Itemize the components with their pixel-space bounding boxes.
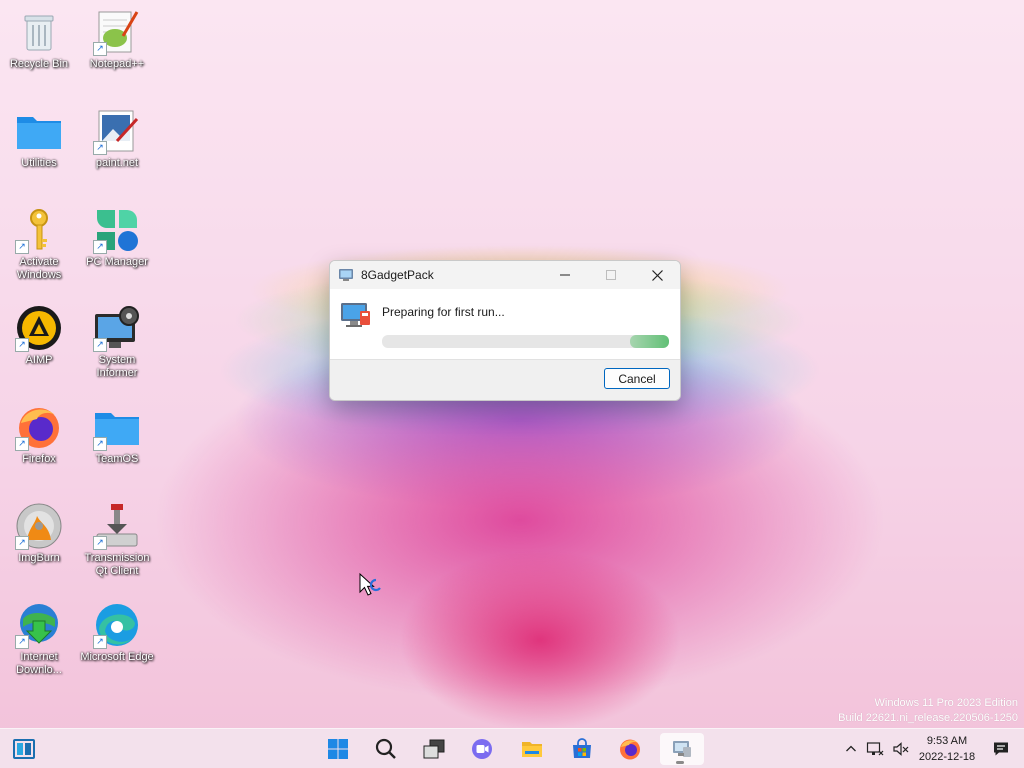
widgets-button[interactable] xyxy=(4,733,44,765)
minimize-button[interactable] xyxy=(542,261,588,289)
8gadgetpack-icon xyxy=(673,741,691,757)
maximize-button[interactable] xyxy=(588,261,634,289)
close-icon xyxy=(651,269,663,281)
desktop-icon-transmission[interactable]: ↗ Transmission Qt Client xyxy=(79,502,155,578)
network-button[interactable] xyxy=(864,729,886,768)
widgets-icon xyxy=(13,739,35,759)
8gadgetpack-setup-icon xyxy=(341,303,370,327)
gadgetpack-dialog: 8GadgetPack Preparing for first run... C… xyxy=(329,260,681,401)
desktop-icon-activate-windows[interactable]: ↗ Activate Windows xyxy=(1,206,77,282)
desktop-icon-label: Notepad++ xyxy=(89,58,145,70)
recycle-bin-icon xyxy=(24,15,54,51)
file-explorer-button[interactable] xyxy=(512,733,552,765)
teams-chat-icon xyxy=(472,739,492,759)
8gadgetpack-taskbar-button[interactable] xyxy=(660,733,704,765)
search-button[interactable] xyxy=(366,733,406,765)
shortcut-arrow-icon: ↗ xyxy=(93,338,107,352)
task-view-icon xyxy=(423,739,445,759)
maximize-icon xyxy=(606,270,616,280)
show-hidden-icons-button[interactable] xyxy=(842,729,860,768)
start-icon xyxy=(328,739,348,759)
desktop-icon-label: Activate Windows xyxy=(16,256,62,281)
shortcut-arrow-icon: ↗ xyxy=(93,240,107,254)
clock-time: 9:53 AM xyxy=(926,735,968,747)
8gadgetpack-icon xyxy=(339,269,353,281)
desktop-icon-label: AIMP xyxy=(25,354,53,366)
notification-icon xyxy=(994,742,1008,756)
dialog-body: Preparing for first run... xyxy=(330,289,680,359)
chevron-up-icon xyxy=(846,745,856,752)
start-button[interactable] xyxy=(318,733,358,765)
desktop-icon-label: Microsoft Edge xyxy=(80,651,154,663)
firefox-taskbar-button[interactable] xyxy=(610,733,650,765)
desktop-icon-label: paint.net xyxy=(95,157,139,169)
shortcut-arrow-icon: ↗ xyxy=(15,338,29,352)
network-icon xyxy=(866,742,884,756)
close-button[interactable] xyxy=(634,261,680,289)
taskbar: 9:53 AM 2022-12-18 xyxy=(0,728,1024,768)
desktop-icon-label: PC Manager xyxy=(86,256,148,268)
teams-chat-button[interactable] xyxy=(462,733,502,765)
notification-center-button[interactable] xyxy=(990,729,1012,768)
minimize-icon xyxy=(560,274,570,276)
progress-fill xyxy=(630,335,669,348)
desktop-icon-teamos[interactable]: ↗ TeamOS xyxy=(79,403,155,466)
desktop-icon-label: ImgBurn xyxy=(18,552,60,564)
store-icon xyxy=(573,738,591,758)
search-icon xyxy=(375,738,396,759)
store-button[interactable] xyxy=(562,733,602,765)
clock-date: 2022-12-18 xyxy=(918,751,976,763)
watermark-build: Build 22621.ni_release.220506-1250 xyxy=(838,712,1018,724)
shortcut-arrow-icon: ↗ xyxy=(15,437,29,451)
desktop-icon-imgburn[interactable]: ↗ ImgBurn xyxy=(1,502,77,565)
desktop-icon-utilities[interactable]: Utilities xyxy=(1,107,77,170)
shortcut-arrow-icon: ↗ xyxy=(15,240,29,254)
shortcut-arrow-icon: ↗ xyxy=(93,42,107,56)
desktop-icon-label: Utilities xyxy=(21,157,57,169)
desktop-icon-internet-download-manager[interactable]: ↗ Internet Downlo... xyxy=(1,601,77,677)
task-view-button[interactable] xyxy=(414,733,454,765)
file-explorer-icon xyxy=(522,742,542,757)
dialog-titlebar[interactable]: 8GadgetPack xyxy=(330,261,680,289)
desktop-icon-label: TeamOS xyxy=(95,453,139,465)
desktop-icon-label: Recycle Bin xyxy=(9,58,69,70)
windows-build-watermark: Windows 11 Pro 2023 Edition Build 22621.… xyxy=(838,696,1018,726)
folder-icon xyxy=(17,117,61,149)
desktop-icon-label: System Informer xyxy=(96,354,138,379)
progress-bar xyxy=(382,335,669,348)
shortcut-arrow-icon: ↗ xyxy=(93,536,107,550)
desktop-icon-label: Internet Downlo... xyxy=(16,651,62,676)
dialog-title: 8GadgetPack xyxy=(361,268,434,282)
shortcut-arrow-icon: ↗ xyxy=(15,536,29,550)
desktop-icon-paint-net[interactable]: ↗ paint.net xyxy=(79,107,155,170)
dialog-footer: Cancel xyxy=(330,359,680,400)
clock[interactable]: 9:53 AM 2022-12-18 xyxy=(914,733,980,765)
shortcut-arrow-icon: ↗ xyxy=(93,635,107,649)
desktop-icon-firefox[interactable]: ↗ Firefox xyxy=(1,403,77,466)
desktop-icon-label: Firefox xyxy=(22,453,56,465)
dialog-message: Preparing for first run... xyxy=(382,305,505,319)
desktop-icon-pc-manager[interactable]: ↗ PC Manager xyxy=(79,206,155,269)
firefox-icon xyxy=(620,739,640,760)
shortcut-arrow-icon: ↗ xyxy=(15,635,29,649)
volume-button[interactable] xyxy=(890,729,912,768)
desktop-icon-label: Transmission Qt Client xyxy=(84,552,150,577)
busy-cursor-icon xyxy=(359,572,381,596)
volume-muted-icon xyxy=(893,742,909,756)
desktop-icon-system-informer[interactable]: ↗ System Informer xyxy=(79,304,155,380)
shortcut-arrow-icon: ↗ xyxy=(93,437,107,451)
desktop-icon-edge[interactable]: ↗ Microsoft Edge xyxy=(79,601,155,664)
watermark-edition: Windows 11 Pro 2023 Edition xyxy=(874,697,1019,709)
desktop-icon-aimp[interactable]: ↗ AIMP xyxy=(1,304,77,367)
desktop-icon-recycle-bin[interactable]: Recycle Bin xyxy=(1,8,77,71)
desktop-icon-notepad-plus-plus[interactable]: ↗ Notepad++ xyxy=(79,8,155,71)
shortcut-arrow-icon: ↗ xyxy=(93,141,107,155)
cancel-button[interactable]: Cancel xyxy=(604,368,670,389)
